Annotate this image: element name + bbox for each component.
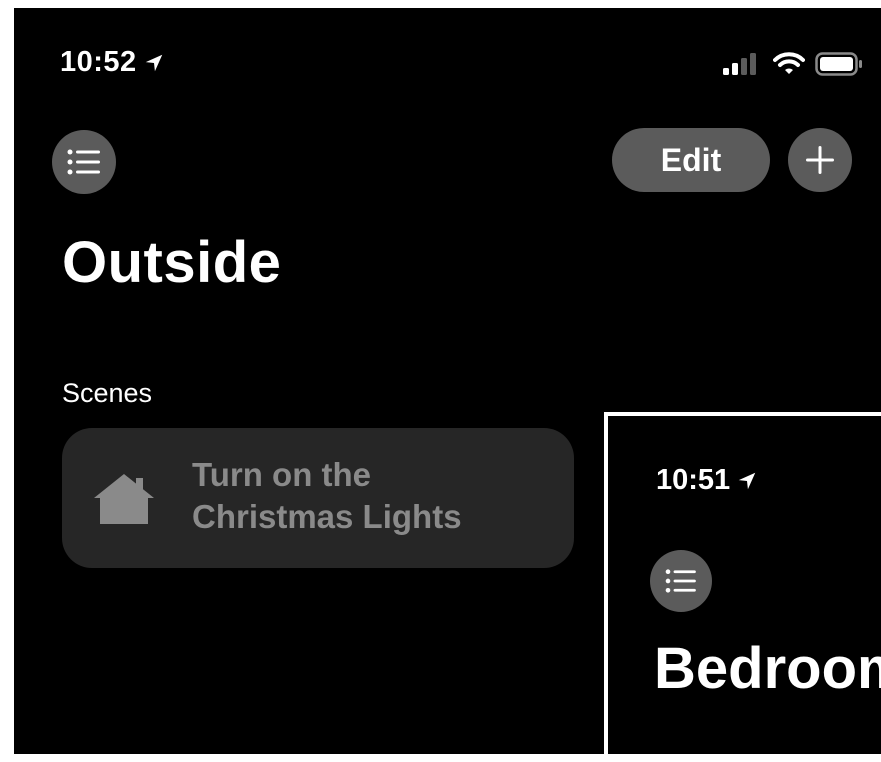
page-title: Outside	[62, 230, 282, 295]
location-arrow-icon	[738, 472, 756, 489]
location-arrow-icon	[145, 54, 162, 71]
inset-status-time-label: 10:51	[656, 464, 731, 496]
edit-button[interactable]: Edit	[612, 128, 770, 192]
inset-screenshot: 10:51 Bedroom	[604, 412, 881, 754]
battery-icon	[815, 52, 862, 76]
menu-button[interactable]	[52, 130, 116, 194]
scene-name-line-2: Christmas Lights	[192, 498, 462, 535]
edit-button-label: Edit	[660, 141, 722, 178]
list-icon	[665, 569, 696, 593]
list-icon	[67, 149, 100, 175]
inset-status-time: 10:51	[656, 464, 758, 497]
inset-page-title: Bedroom	[654, 636, 881, 701]
status-time-label: 10:52	[60, 46, 137, 78]
wifi-icon	[773, 52, 805, 74]
house-icon	[94, 474, 154, 524]
plus-icon	[806, 146, 834, 174]
status-indicators	[723, 52, 863, 76]
inset-menu-button[interactable]	[650, 550, 712, 612]
scene-name: Turn on the Christmas Lights	[192, 454, 462, 538]
status-time: 10:52	[60, 46, 165, 79]
scenes-section-label: Scenes	[62, 378, 153, 408]
add-button[interactable]	[788, 128, 852, 192]
scene-name-line-1: Turn on the	[192, 456, 372, 493]
home-app-screen: 10:52 Edit Outside Scenes Turn on the Ch…	[14, 8, 881, 754]
cellular-signal-icon	[723, 53, 756, 75]
scene-tile-christmas-lights[interactable]: Turn on the Christmas Lights	[62, 428, 574, 568]
